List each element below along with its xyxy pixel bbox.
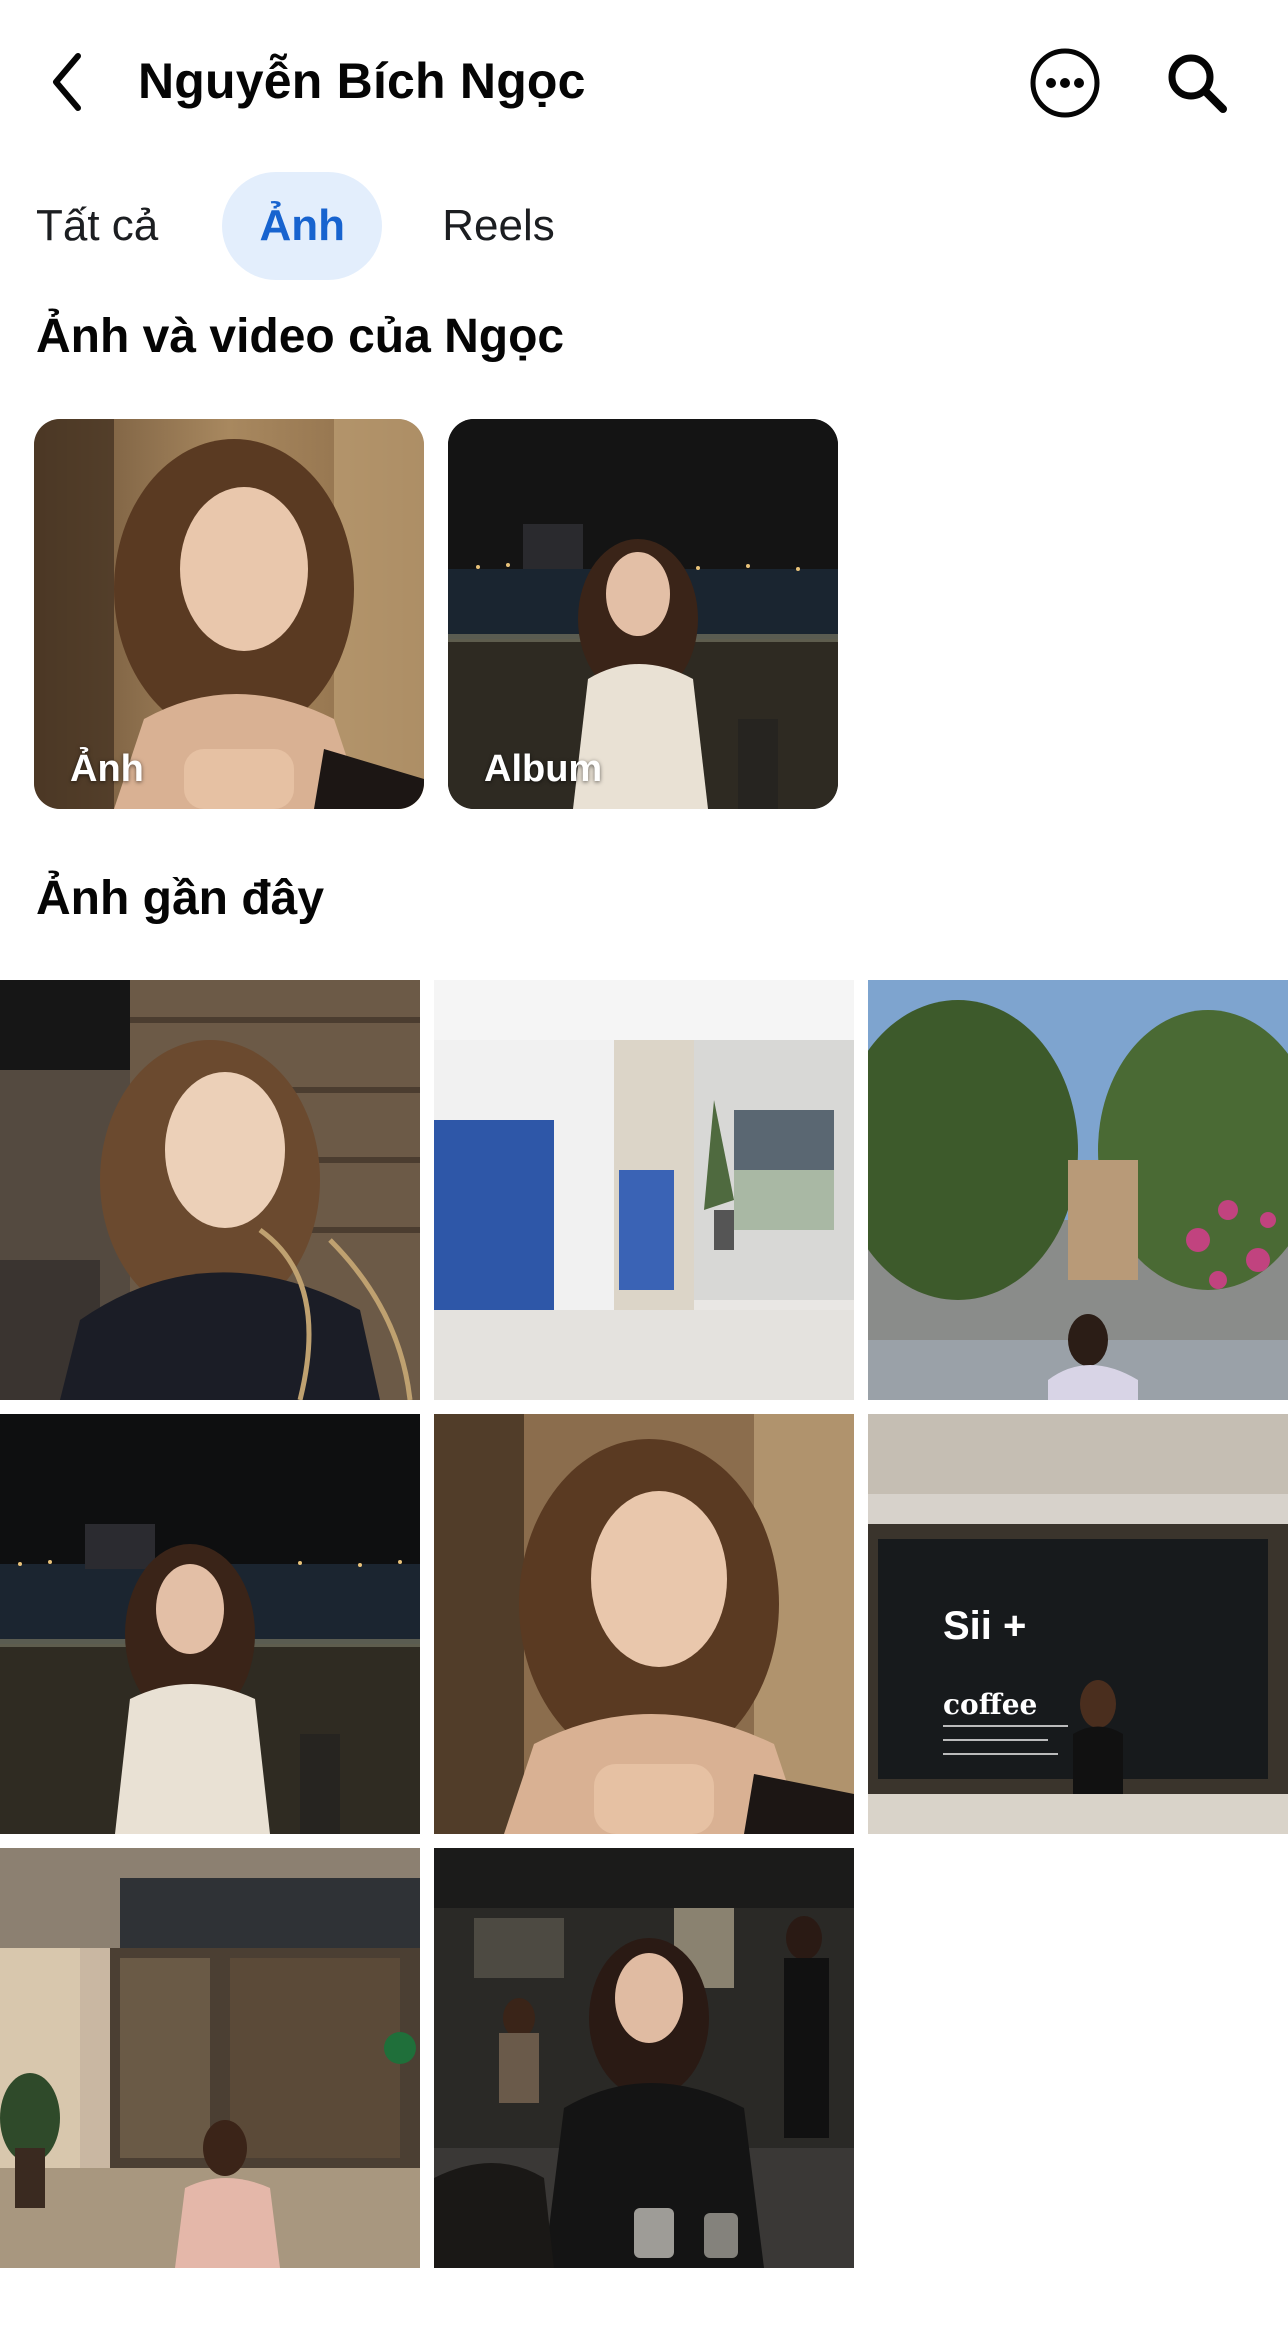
search-icon	[1168, 54, 1227, 113]
photo-tile[interactable]	[434, 980, 854, 1400]
photo-tile[interactable]	[0, 980, 420, 1400]
page-title: Nguyễn Bích Ngọc	[138, 53, 586, 109]
photo-thumbnail: Sii + coffee	[868, 1414, 1288, 1834]
photo-tile[interactable]	[434, 1848, 854, 2268]
photos-page: Nguyễn Bích Ngọc Tất cả Ảnh Reels Ảnh và…	[0, 0, 1288, 2339]
photo-thumbnail	[434, 980, 854, 1400]
photo-tile[interactable]	[0, 1848, 420, 2268]
albums-section-title: Ảnh và video của Ngọc	[36, 310, 565, 363]
more-options-button[interactable]	[1028, 46, 1102, 120]
tab-photos[interactable]: Ảnh	[222, 172, 383, 280]
album-label: Ảnh	[70, 748, 144, 790]
photo-thumbnail	[0, 1848, 420, 2268]
chevron-left-icon	[53, 53, 81, 111]
tab-all[interactable]: Tất cả	[0, 172, 194, 280]
tab-reels[interactable]: Reels	[406, 172, 591, 280]
photo-thumbnail	[434, 1414, 854, 1834]
album-label: Album	[484, 748, 603, 790]
photo-thumbnail	[0, 1414, 420, 1834]
photo-tile[interactable]	[868, 980, 1288, 1400]
recent-section-title: Ảnh gần đây	[36, 872, 325, 925]
back-button[interactable]	[36, 40, 100, 124]
photo-thumbnail	[868, 980, 1288, 1400]
cafe-sign-word: coffee	[943, 1688, 1037, 1721]
photo-tile[interactable]	[0, 1414, 420, 1834]
filter-tabs: Tất cả Ảnh Reels	[36, 172, 591, 280]
search-button[interactable]	[1160, 46, 1234, 120]
photo-tile[interactable]: Sii + coffee	[868, 1414, 1288, 1834]
photo-tile[interactable]	[434, 1414, 854, 1834]
cafe-sign-text: Sii +	[943, 1604, 1026, 1648]
photo-thumbnail	[434, 1848, 854, 2268]
top-bar: Nguyễn Bích Ngọc	[0, 0, 1288, 160]
album-card-photos[interactable]: Ảnh	[34, 419, 424, 809]
photo-thumbnail	[0, 980, 420, 1400]
more-horizontal-circle-icon	[1030, 48, 1100, 118]
album-card-album[interactable]: Album	[448, 419, 838, 809]
